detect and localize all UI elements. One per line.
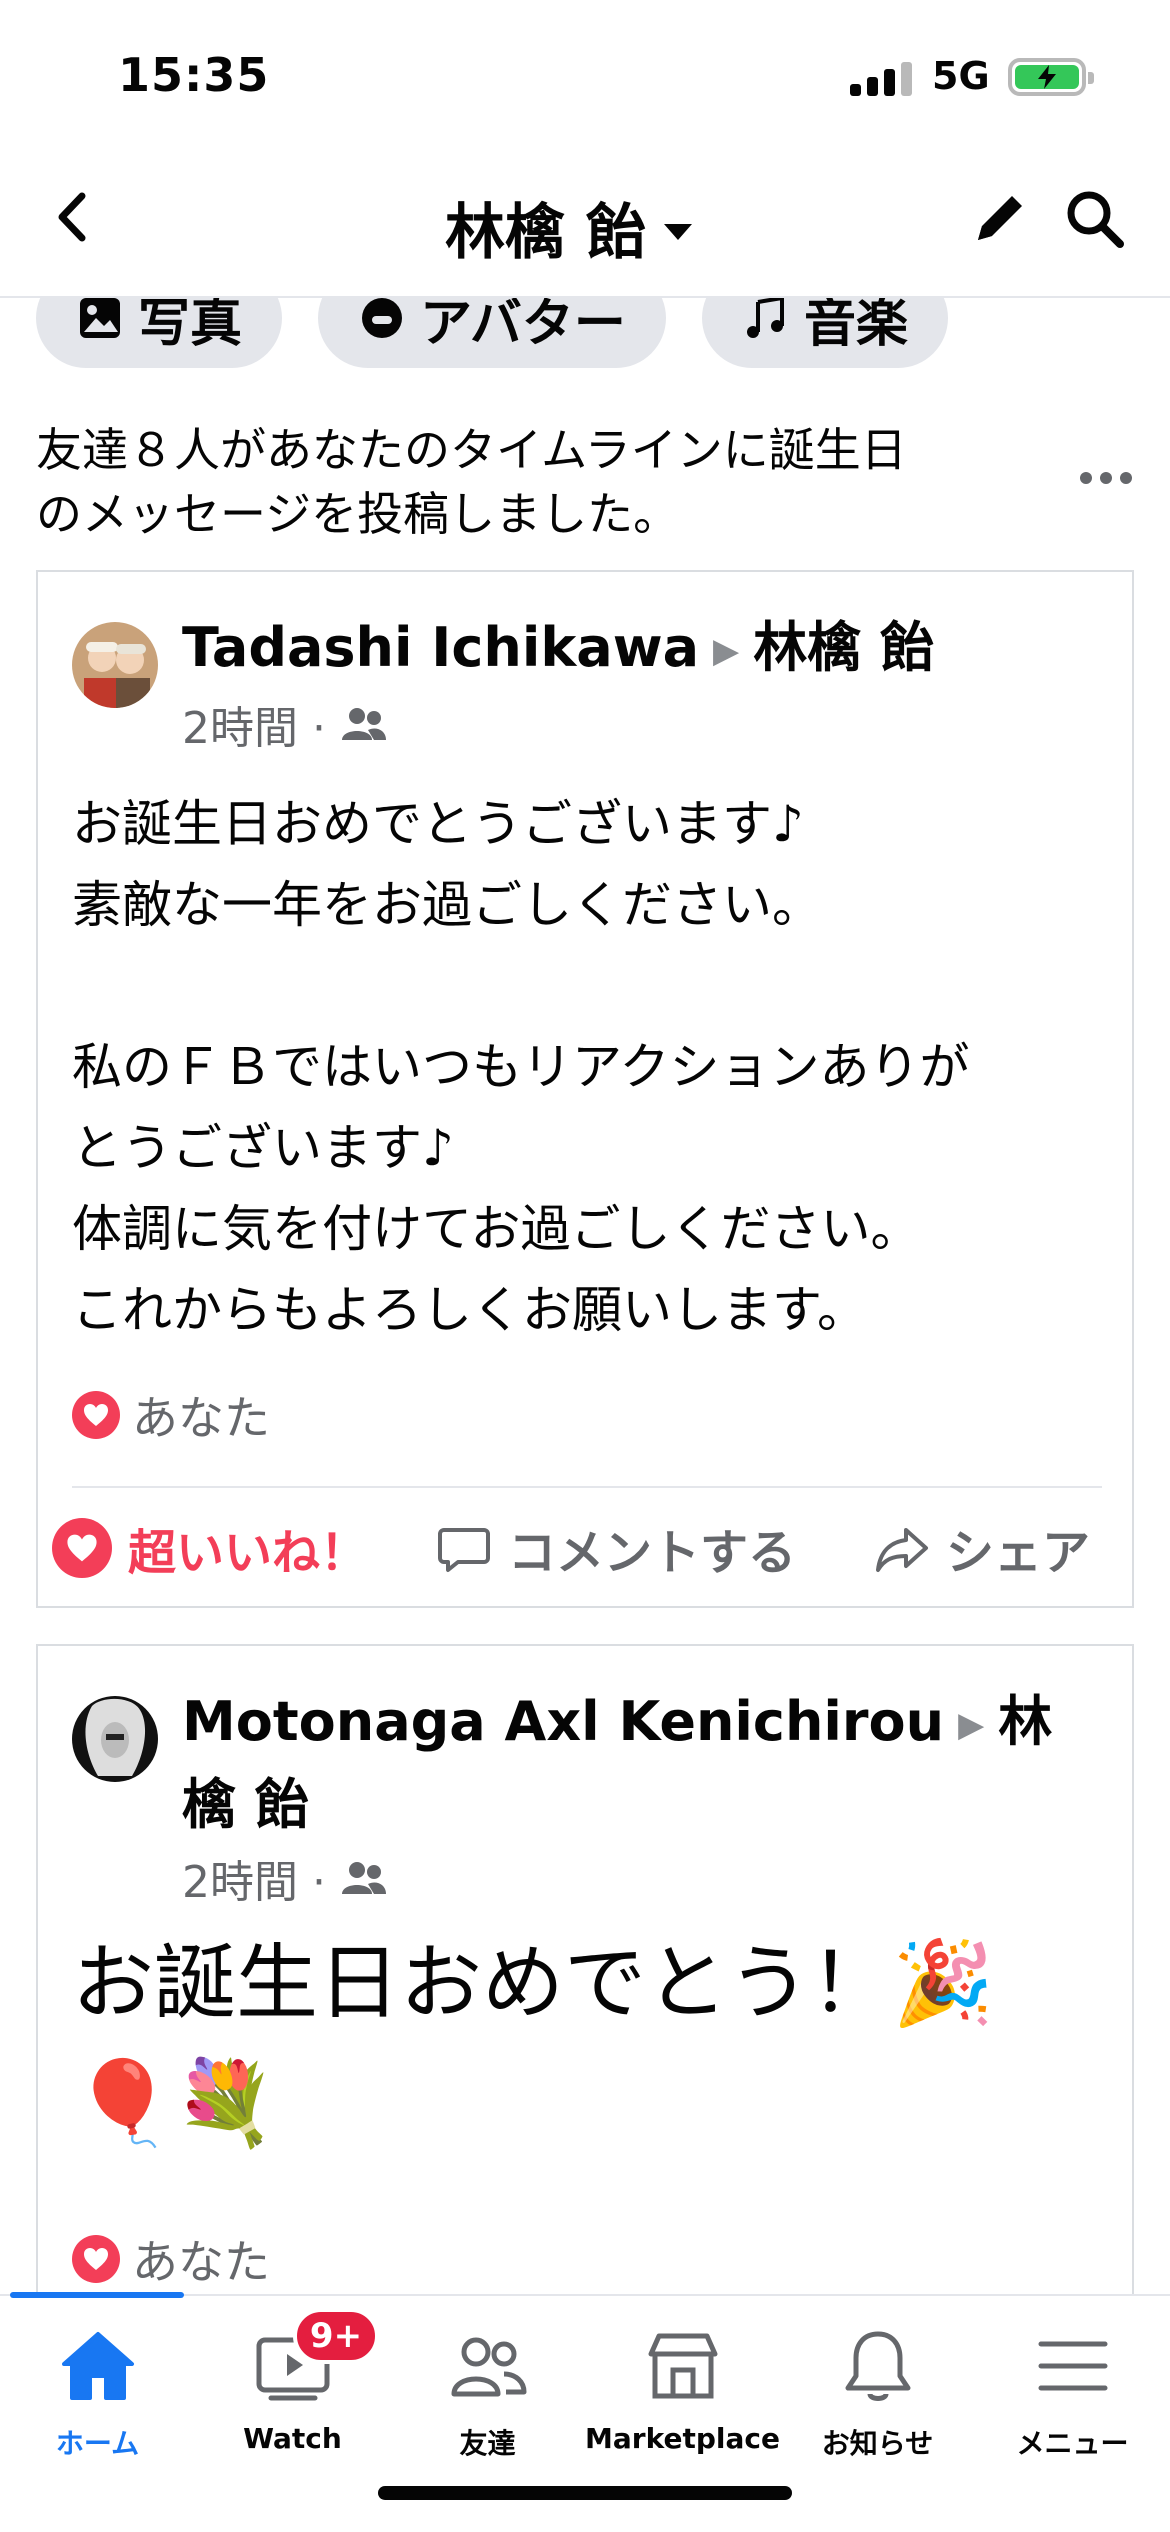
chip-label: 音楽: [803, 298, 908, 354]
top-navigation-bar: 林檎 飴: [0, 150, 1170, 298]
chip-photos[interactable]: 写真: [36, 298, 283, 368]
post-time[interactable]: 2時間 ·: [182, 692, 326, 756]
comment-button[interactable]: コメントする: [436, 1513, 796, 1583]
page-title: 林檎 飴: [445, 198, 646, 268]
signal-icon: [850, 60, 914, 96]
share-button[interactable]: シェア: [874, 1513, 1090, 1583]
dot-icon: [1100, 472, 1112, 484]
chip-label: 写真: [138, 298, 243, 354]
tab-label: 友達: [459, 2427, 516, 2460]
love-button[interactable]: 超いいね！: [52, 1513, 368, 1583]
post-author-line: Tadashi Ichikawa ▶ 林檎 飴: [182, 608, 1102, 691]
post-author[interactable]: Motonaga Axl Kenichirou: [182, 1690, 944, 1753]
love-reaction-icon: [52, 1518, 112, 1578]
post-text: お誕生日おめでとうございます♪ 素敵な一年をお過ごしください。 私のＦＢではいつ…: [72, 795, 970, 1339]
post-card: Tadashi Ichikawa ▶ 林檎 飴 2時間 · お誕生日おめでとうござい…: [36, 570, 1134, 1608]
reaction-text: あなた: [132, 2235, 270, 2289]
profile-chips-row: 写真 アバター 音楽: [0, 298, 1170, 370]
tab-label: お知らせ: [821, 2427, 934, 2460]
post-actions: 超いいね！ コメントする シェア: [38, 1498, 1136, 1598]
share-label: シェア: [946, 1525, 1091, 1581]
search-button[interactable]: [1062, 186, 1128, 252]
chip-avatar[interactable]: アバター: [318, 298, 666, 368]
tab-label: Watch: [243, 2422, 342, 2455]
post-card: Motonaga Axl Kenichirou ▶ 林檎 飴 2時間 · お誕生日お…: [36, 1644, 1134, 2344]
birthday-summary: 友達８人があなたのタイムラインに誕生日 のメッセージを投稿しました。: [36, 418, 1036, 546]
triangle-right-icon: ▶: [958, 1705, 985, 1746]
tab-menu[interactable]: メニュー: [975, 2324, 1170, 2474]
love-reaction-icon: [72, 2235, 120, 2283]
bell-icon: [845, 2331, 910, 2401]
post-text: お誕生日おめでとう！🎉 🎈💐: [72, 1936, 995, 2151]
love-label: 超いいね！: [128, 1525, 369, 1581]
avatar-icon: [362, 298, 403, 338]
photo-icon: [80, 298, 120, 338]
active-tab-indicator: [10, 2292, 184, 2298]
post-author-line: Motonaga Axl Kenichirou ▶ 林檎 飴: [182, 1682, 1102, 1845]
marketplace-icon: [648, 2333, 717, 2399]
divider: [72, 1486, 1102, 1488]
friends-privacy-icon: [341, 1862, 386, 1894]
battery-icon: [1008, 58, 1094, 96]
post-target[interactable]: 林檎 飴: [753, 616, 934, 679]
music-icon: [746, 298, 784, 338]
tab-notifications[interactable]: お知らせ: [780, 2324, 975, 2474]
edit-button[interactable]: [968, 186, 1032, 250]
pencil-icon: [978, 196, 1022, 240]
caret-down-icon: [663, 223, 692, 240]
more-options-button[interactable]: [1080, 468, 1136, 488]
home-icon: [61, 2332, 134, 2400]
love-reaction-icon: [72, 1391, 120, 1439]
reaction-summary[interactable]: あなた: [72, 1382, 270, 1448]
avatar[interactable]: [72, 1696, 158, 1782]
tab-label: メニュー: [1016, 2427, 1129, 2460]
tab-watch[interactable]: 9+ Watch: [195, 2308, 390, 2474]
comment-icon: [438, 1528, 490, 1572]
reaction-text: あなた: [132, 1391, 270, 1445]
back-button[interactable]: [40, 182, 110, 252]
home-indicator[interactable]: [378, 2486, 792, 2500]
search-icon: [1067, 191, 1124, 248]
network-type: 5G: [932, 54, 990, 98]
friends-privacy-icon: [341, 708, 386, 740]
comment-label: コメントする: [508, 1525, 797, 1581]
tab-label: ホーム: [55, 2427, 140, 2460]
tab-friends[interactable]: 友達: [390, 2324, 585, 2474]
notification-badge: 9+: [293, 2308, 379, 2364]
triangle-right-icon: ▶: [713, 631, 740, 672]
post-time[interactable]: 2時間 ·: [182, 1846, 326, 1910]
tab-marketplace[interactable]: Marketplace: [585, 2324, 780, 2474]
post-meta: 2時間 ·: [182, 1846, 388, 1910]
summary-text: 友達８人があなたのタイムラインに誕生日 のメッセージを投稿しました。: [36, 423, 907, 541]
chip-label: アバター: [420, 298, 626, 354]
share-icon: [876, 1528, 928, 1572]
status-bar: 15:35 5G: [0, 0, 1170, 150]
chevron-left-icon: [58, 192, 86, 242]
menu-icon: [1038, 2341, 1107, 2391]
dot-icon: [1080, 472, 1092, 484]
friends-icon: [451, 2337, 526, 2397]
chip-music[interactable]: 音楽: [701, 298, 948, 368]
reaction-summary[interactable]: あなた: [72, 2226, 270, 2292]
tab-label: Marketplace: [585, 2422, 780, 2455]
dot-icon: [1120, 472, 1132, 484]
status-time: 15:35: [118, 48, 270, 102]
avatar[interactable]: [72, 622, 158, 708]
tab-home[interactable]: ホーム: [0, 2324, 195, 2474]
post-author[interactable]: Tadashi Ichikawa: [182, 616, 699, 679]
profile-name-dropdown[interactable]: 林檎 飴: [445, 184, 692, 271]
post-meta: 2時間 ·: [182, 692, 388, 756]
